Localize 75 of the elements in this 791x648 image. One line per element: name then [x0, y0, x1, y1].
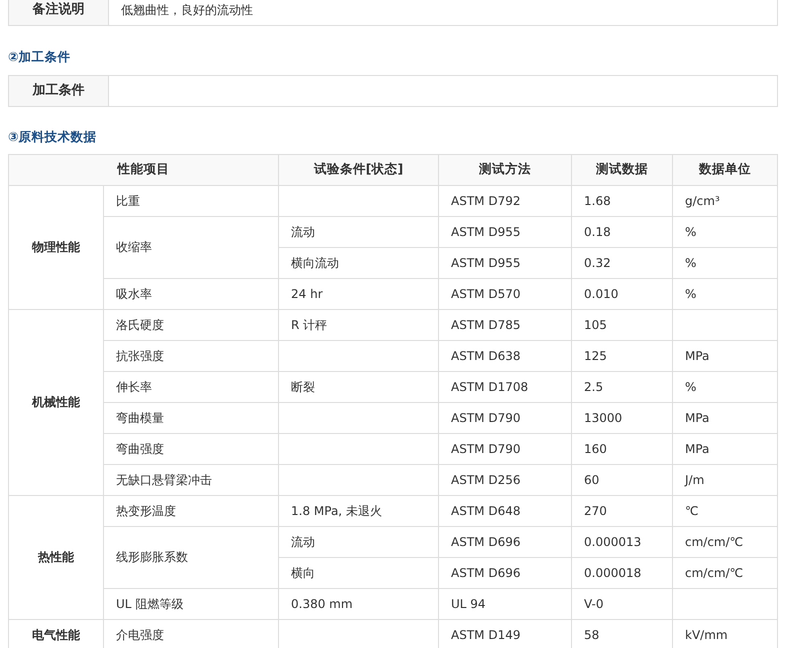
table-cell: 流动: [278, 526, 438, 557]
table-cell: MPa: [672, 402, 778, 433]
group-cell: 机械性能: [8, 309, 104, 495]
table-cell: 比重: [104, 185, 278, 216]
field-value: 低翘曲性，良好的流动性: [108, 0, 778, 26]
group-cell: 电气性能: [8, 619, 104, 648]
table-cell: 160: [572, 433, 672, 464]
table-cell: 断裂: [278, 371, 438, 402]
table-cell: R 计秤: [278, 309, 438, 340]
column-header: 性能项目: [8, 154, 278, 185]
table-cell: ASTM D955: [438, 216, 572, 247]
table-cell: 105: [572, 309, 672, 340]
group-cell: 热性能: [8, 495, 104, 619]
table-cell: ASTM D638: [438, 340, 572, 371]
group-cell: 物理性能: [8, 185, 104, 309]
table-cell: V-0: [572, 588, 672, 619]
section-heading: ③原料技术数据: [8, 128, 97, 146]
table-cell: UL 阻燃等级: [104, 588, 278, 619]
table-cell: %: [672, 216, 778, 247]
table-cell: MPa: [672, 340, 778, 371]
table-cell: ℃: [672, 495, 778, 526]
column-header: 测试方法: [438, 154, 572, 185]
table-cell: 弯曲模量: [104, 402, 278, 433]
table-cell: cm/cm/℃: [672, 526, 778, 557]
table-cell: ASTM D785: [438, 309, 572, 340]
table-cell: 热变形温度: [104, 495, 278, 526]
table-cell: ASTM D792: [438, 185, 572, 216]
table-cell: cm/cm/℃: [672, 557, 778, 588]
table-cell: 13000: [572, 402, 672, 433]
table-cell: 伸长率: [104, 371, 278, 402]
table-cell: J/m: [672, 464, 778, 495]
table-cell: %: [672, 247, 778, 278]
table-cell: g/cm³: [672, 185, 778, 216]
table-cell: 吸水率: [104, 278, 278, 309]
table-cell: 0.380 mm: [278, 588, 438, 619]
table-cell: 横向流动: [278, 247, 438, 278]
table-cell: 收缩率: [104, 216, 278, 278]
table-cell: ASTM D570: [438, 278, 572, 309]
column-header: 测试数据: [572, 154, 672, 185]
table-cell: 横向: [278, 557, 438, 588]
column-header: 数据单位: [672, 154, 778, 185]
section-heading: ②加工条件: [8, 48, 71, 66]
table-cell: MPa: [672, 433, 778, 464]
table-cell: ASTM D696: [438, 557, 572, 588]
table-cell: ASTM D648: [438, 495, 572, 526]
table-cell: ASTM D955: [438, 247, 572, 278]
table-cell: 0.000018: [572, 557, 672, 588]
table-cell: 弯曲强度: [104, 433, 278, 464]
table-cell: ASTM D1708: [438, 371, 572, 402]
table-cell: 60: [572, 464, 672, 495]
column-header: 试验条件[状态]: [278, 154, 438, 185]
table-cell: %: [672, 371, 778, 402]
table-cell: 抗张强度: [104, 340, 278, 371]
table-cell: 125: [572, 340, 672, 371]
table-cell: ASTM D790: [438, 402, 572, 433]
table-cell: ASTM D696: [438, 526, 572, 557]
table-cell: 0.000013: [572, 526, 672, 557]
table-cell: 24 hr: [278, 278, 438, 309]
table-cell: ASTM D790: [438, 433, 572, 464]
table-cell: 0.18: [572, 216, 672, 247]
table-cell: 无缺口悬臂梁冲击: [104, 464, 278, 495]
table-cell: 270: [572, 495, 672, 526]
table-cell: 0.010: [572, 278, 672, 309]
field-label: 加工条件: [8, 75, 108, 106]
table-cell: 2.5: [572, 371, 672, 402]
field-label: 备注说明: [8, 0, 108, 26]
table-cell: 线形膨胀系数: [104, 526, 278, 588]
table-cell: 1.68: [572, 185, 672, 216]
table-cell: %: [672, 278, 778, 309]
table-cell: 1.8 MPa, 未退火: [278, 495, 438, 526]
table-cell: ASTM D256: [438, 464, 572, 495]
table-cell: 0.32: [572, 247, 672, 278]
table-cell: 流动: [278, 216, 438, 247]
table-cell: UL 94: [438, 588, 572, 619]
table-cell: 洛氏硬度: [104, 309, 278, 340]
